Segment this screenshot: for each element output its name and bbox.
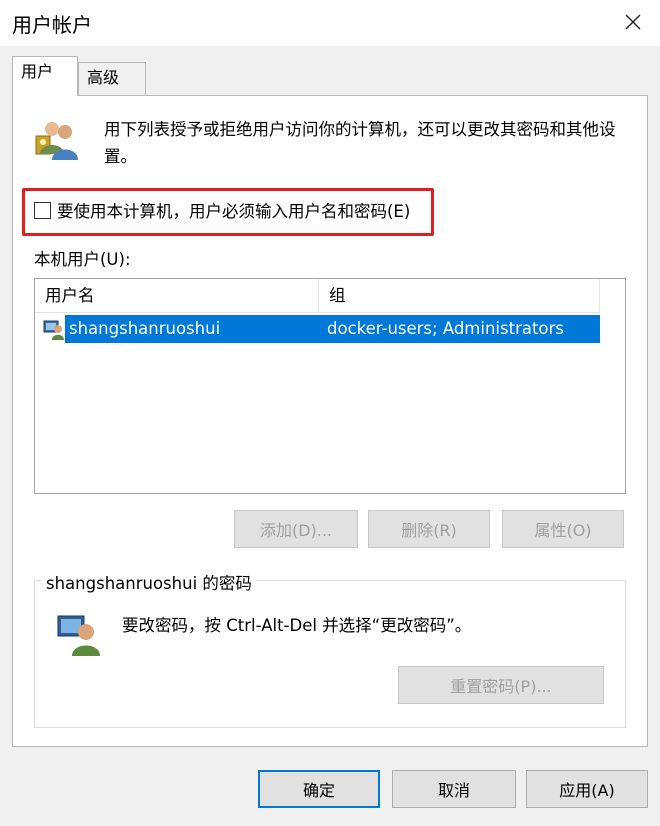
password-group-title: shangshanruoshui 的密码: [42, 570, 256, 594]
delete-user-button[interactable]: 删除(R): [368, 510, 490, 548]
tab-users[interactable]: 用户: [12, 56, 78, 96]
row-username[interactable]: shangshanruoshui: [65, 315, 319, 343]
password-group: [34, 580, 626, 728]
require-login-checkbox[interactable]: [34, 201, 51, 219]
local-users-label: 本机用户(U):: [34, 250, 131, 269]
window-title: 用户帐户: [12, 13, 92, 37]
cancel-button[interactable]: 取消: [392, 770, 516, 808]
reset-password-button[interactable]: 重置密码(P)...: [398, 666, 604, 704]
intro-text: 用下列表授予或拒绝用户访问你的计算机，还可以更改其密码和其他设置。: [104, 120, 616, 166]
add-user-button[interactable]: 添加(D)...: [234, 510, 358, 548]
users-list[interactable]: 用户名 组 shangshanruoshui docker-users; Adm…: [34, 278, 626, 494]
list-header: 用户名 组: [35, 279, 600, 313]
require-login-option[interactable]: 要使用本计算机，用户必须输入用户名和密码(E): [34, 198, 410, 222]
require-login-label[interactable]: 要使用本计算机，用户必须输入用户名和密码(E): [57, 198, 410, 222]
password-instructions: 要改密码，按 Ctrl-Alt-Del 并选择“更改密码”。: [122, 616, 472, 635]
apply-button[interactable]: 应用(A): [526, 770, 648, 808]
title-bar: 用户帐户: [0, 0, 660, 46]
tab-advanced[interactable]: 高级: [78, 62, 146, 96]
row-groups[interactable]: docker-users; Administrators: [319, 315, 600, 343]
column-header-group[interactable]: 组: [319, 279, 600, 313]
properties-button[interactable]: 属性(O): [502, 510, 624, 548]
close-button[interactable]: [616, 6, 650, 38]
close-icon: [625, 14, 641, 30]
user-icon: [43, 320, 64, 340]
column-header-username[interactable]: 用户名: [35, 279, 319, 313]
table-row[interactable]: shangshanruoshui docker-users; Administr…: [35, 315, 600, 343]
ok-button[interactable]: 确定: [258, 770, 380, 808]
users-icon: [35, 122, 78, 160]
user-password-icon: [57, 615, 100, 656]
